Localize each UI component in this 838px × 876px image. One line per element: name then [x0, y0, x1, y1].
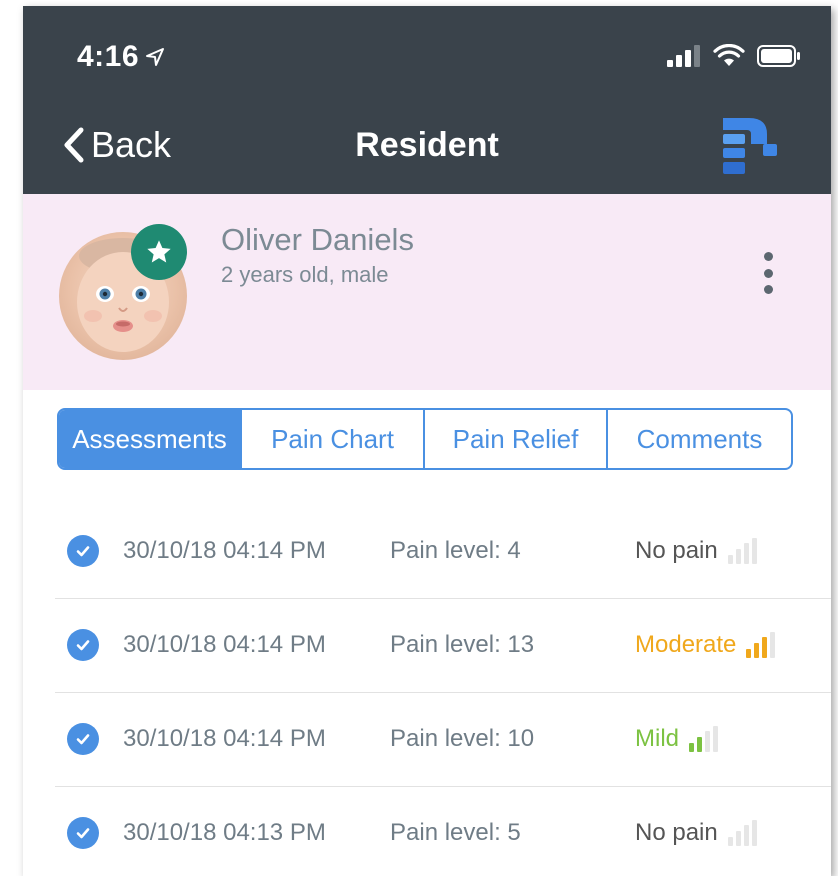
assessment-status: Moderate [635, 631, 776, 659]
assessment-datetime: 30/10/18 04:14 PM [123, 725, 326, 752]
tab-bar: Assessments Pain Chart Pain Relief Comme… [57, 408, 793, 470]
pain-intensity-bars-icon [689, 726, 719, 752]
assessment-datetime: 30/10/18 04:14 PM [123, 631, 326, 658]
assessment-pain-level: Pain level: 13 [390, 631, 535, 658]
favorite-badge [131, 224, 187, 280]
assessment-status: No pain [635, 819, 757, 847]
assessment-row[interactable]: 30/10/18 04:14 PM Pain level: 4 No pain [23, 504, 831, 598]
intensity-bar [727, 837, 733, 846]
assessment-datetime: 30/10/18 04:13 PM [123, 819, 326, 846]
app-screen: 4:16 Back Resident Oliver Daniels 2 year… [23, 6, 831, 876]
assessment-row[interactable]: 30/10/18 04:13 PM Pain level: 5 No pain [23, 786, 831, 876]
tab-pain-relief[interactable]: Pain Relief [425, 410, 608, 468]
checkmark-circle-icon[interactable] [67, 629, 99, 661]
intensity-bar [735, 549, 741, 564]
assessment-pain-level: Pain level: 4 [390, 537, 521, 564]
assessment-status-label: Mild [635, 725, 680, 752]
assessment-row[interactable]: 30/10/18 04:14 PM Pain level: 13 Moderate [23, 598, 831, 692]
intensity-bar [705, 731, 711, 752]
kebab-dot-icon [763, 268, 773, 278]
kebab-dot-icon [763, 252, 773, 261]
screen-frame: 4:16 Back Resident Oliver Daniels 2 year… [0, 0, 838, 876]
intensity-bar [746, 649, 752, 658]
pain-intensity-bars-icon [727, 538, 757, 564]
intensity-bar [697, 737, 703, 752]
app-logo [721, 114, 779, 183]
wifi-icon [713, 44, 745, 66]
checkmark-circle-icon[interactable] [67, 817, 99, 849]
pain-intensity-bars-icon [746, 632, 776, 658]
location-arrow-icon [146, 48, 165, 66]
assessment-pain-level: Pain level: 5 [390, 819, 521, 846]
intensity-bar [754, 643, 760, 658]
pain-intensity-bars-icon [727, 820, 757, 846]
intensity-bar [713, 726, 719, 752]
checkmark-circle-icon[interactable] [67, 723, 99, 755]
checkmark-circle-icon[interactable] [67, 535, 99, 567]
patient-age-sex: 2 years old, male [221, 262, 389, 287]
assessment-status: Mild [635, 725, 719, 753]
assessment-status-label: No pain [635, 537, 718, 564]
page-title: Resident [355, 126, 499, 164]
intensity-bar [751, 538, 757, 564]
intensity-bar [735, 831, 741, 846]
assessment-status-label: Moderate [635, 631, 737, 658]
intensity-bar [727, 555, 733, 564]
battery-icon [757, 45, 800, 67]
star-icon [147, 240, 171, 263]
status-time: 4:16 [77, 40, 165, 74]
status-time-text: 4:16 [77, 40, 140, 73]
assessment-list: 30/10/18 04:14 PM Pain level: 4 No pain 30/… [23, 504, 831, 876]
intensity-bar [762, 637, 768, 658]
status-icons [667, 44, 801, 68]
assessment-status: No pain [635, 537, 757, 565]
app-logo-icon [723, 118, 777, 174]
more-options-button[interactable] [761, 252, 775, 294]
tab-comments[interactable]: Comments [608, 410, 791, 468]
tab-pain-chart[interactable]: Pain Chart [242, 410, 425, 468]
intensity-bar [770, 632, 776, 658]
intensity-bar [751, 820, 757, 846]
assessment-status-label: No pain [635, 819, 718, 846]
assessment-pain-level: Pain level: 10 [390, 725, 535, 752]
top-bar: 4:16 Back Resident [23, 6, 831, 194]
tab-assessments[interactable]: Assessments [59, 410, 242, 468]
intensity-bar [743, 543, 749, 564]
intensity-bar [743, 825, 749, 846]
cellular-signal-icon [667, 45, 700, 67]
patient-name: Oliver Daniels [221, 222, 414, 257]
intensity-bar [689, 743, 695, 752]
kebab-dot-icon [763, 285, 773, 294]
assessment-row[interactable]: 30/10/18 04:14 PM Pain level: 10 Mild [23, 692, 831, 786]
assessment-datetime: 30/10/18 04:14 PM [123, 537, 326, 564]
patient-header: Oliver Daniels 2 years old, male [23, 194, 831, 390]
